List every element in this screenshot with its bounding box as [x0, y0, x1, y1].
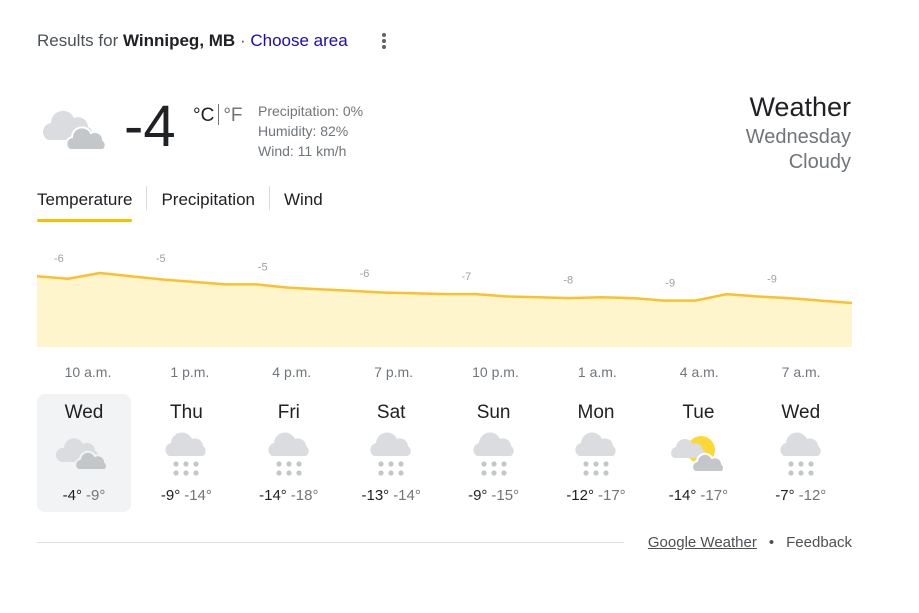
current-temperature: -4 [124, 94, 176, 159]
tab-precipitation[interactable]: Precipitation [161, 186, 255, 222]
forecast-temps: -14° -18° [242, 487, 336, 504]
results-prefix: Results for [37, 31, 119, 50]
forecast-high: -12° [566, 487, 594, 504]
hour-label: 4 p.m. [272, 364, 312, 380]
forecast-day-name: Mon [577, 402, 615, 423]
footer-divider [37, 542, 624, 543]
forecast-low: -17° [700, 487, 729, 504]
chart-point-label: -8 [563, 274, 573, 286]
google-weather-link[interactable]: Google Weather [648, 534, 757, 551]
tab-divider [269, 186, 270, 210]
forecast-temps: -9° -14° [139, 487, 233, 504]
snow-icon [259, 428, 319, 478]
footer-separator: • [768, 534, 775, 551]
chart-point-label: -6 [360, 268, 370, 280]
forecast-temps: -9° -15° [447, 487, 541, 504]
forecast-temps: -4° -9° [37, 487, 131, 504]
forecast-low: -14° [184, 487, 212, 504]
forecast-high: -14° [668, 487, 697, 504]
forecast-low: -17° [598, 487, 626, 504]
forecast-day[interactable]: Fri -14° -18° [242, 394, 336, 512]
weather-day: Wednesday [745, 126, 851, 148]
fahrenheit-toggle[interactable]: °F [223, 105, 242, 126]
hour-label: 10 p.m. [472, 364, 519, 380]
wind-text: Wind: 11 km/h [258, 143, 347, 159]
temperature-chart[interactable]: -6 -5 -5 -6 -7 -8 -9 -9 [37, 240, 852, 350]
hour-label: 7 a.m. [781, 364, 821, 380]
forecast-temps: -13° -14° [344, 487, 438, 504]
forecast-low: -12° [798, 487, 827, 504]
snow-icon [361, 428, 421, 478]
temperature-chart-svg: -6 -5 -5 -6 -7 -8 -9 -9 [37, 253, 852, 347]
chart-point-label: -5 [156, 253, 166, 265]
header-separator: · [239, 31, 246, 50]
snow-icon [156, 428, 216, 478]
feedback-link[interactable]: Feedback [786, 534, 852, 551]
hour-labels: 10 a.m. 1 p.m. 4 p.m. 7 p.m. 10 p.m. 1 a.m. 4 … [37, 364, 852, 382]
forecast-high: -13° [361, 487, 390, 504]
chart-tabs: Temperature Precipitation Wind [37, 186, 323, 226]
hour-label: 1 a.m. [577, 364, 617, 380]
chart-point-label: -9 [767, 274, 777, 286]
choose-area-link[interactable]: Choose area [250, 31, 347, 50]
weather-condition: Cloudy [788, 151, 851, 173]
celsius-toggle[interactable]: °C [193, 105, 214, 126]
forecast-low: -15° [491, 487, 520, 504]
hour-label: 10 a.m. [64, 364, 112, 380]
footer: Google Weather • Feedback [648, 534, 852, 551]
weather-title: Weather [749, 92, 851, 122]
temperature-area [37, 273, 852, 347]
forecast-temps: -7° -12° [754, 487, 848, 504]
hour-label: 4 a.m. [679, 364, 719, 380]
partly-sunny-icon [668, 428, 728, 478]
forecast-low: -14° [393, 487, 421, 504]
more-options-icon[interactable] [378, 31, 390, 51]
forecast-high: -14° [259, 487, 287, 504]
daily-forecast: Wed -4° -9° Thu -9° -14° Fri -14° -18° Sat -13° -14… [37, 394, 852, 514]
forecast-low: -18° [290, 487, 319, 504]
forecast-day-name: Fri [277, 402, 300, 423]
snow-icon [464, 428, 524, 478]
forecast-day-name: Sat [376, 402, 406, 423]
forecast-day-name: Wed [781, 402, 821, 423]
forecast-high: -9° [160, 487, 181, 504]
forecast-day[interactable]: Mon -12° -17° [549, 394, 643, 512]
unit-toggle: °C °F [193, 104, 243, 127]
forecast-day-name: Sun [476, 402, 511, 423]
location-name: Winnipeg, MB [122, 31, 236, 50]
forecast-high: -4° [62, 487, 82, 504]
chart-point-label: -5 [258, 261, 268, 273]
hour-label: 7 p.m. [374, 364, 414, 380]
forecast-day[interactable]: Wed -4° -9° [37, 394, 131, 512]
humidity-text: Humidity: 82% [258, 123, 349, 139]
forecast-temps: -12° -17° [549, 487, 643, 504]
results-header: Results for Winnipeg, MB · Choose area [37, 31, 348, 51]
snow-icon [566, 428, 626, 478]
forecast-day[interactable]: Tue -14° -17° [651, 394, 745, 512]
forecast-day[interactable]: Thu -9° -14° [139, 394, 233, 512]
chart-point-label: -6 [54, 253, 64, 265]
unit-divider [218, 104, 220, 125]
tab-divider [146, 186, 148, 210]
forecast-day-name: Wed [64, 402, 104, 423]
snow-icon [771, 428, 831, 478]
forecast-day[interactable]: Wed -7° -12° [754, 394, 848, 512]
weather-details: Precipitation: 0% Humidity: 82% Wind: 11… [258, 101, 363, 161]
forecast-high: -7° [775, 487, 795, 504]
precipitation-text: Precipitation: 0% [258, 103, 364, 119]
forecast-high: -9° [468, 487, 488, 504]
forecast-day-name: Thu [170, 402, 203, 423]
forecast-day-name: Tue [682, 402, 715, 423]
hour-label: 1 p.m. [170, 364, 210, 380]
cloudy-icon [54, 428, 114, 478]
chart-point-label: -9 [665, 278, 675, 290]
tab-temperature[interactable]: Temperature [37, 186, 133, 222]
cloudy-icon [38, 100, 112, 154]
tab-wind[interactable]: Wind [284, 186, 323, 222]
chart-point-label: -7 [462, 271, 472, 283]
forecast-low: -9° [86, 487, 106, 504]
forecast-day[interactable]: Sat -13° -14° [344, 394, 438, 512]
forecast-temps: -14° -17° [651, 487, 745, 504]
forecast-day[interactable]: Sun -9° -15° [447, 394, 541, 512]
